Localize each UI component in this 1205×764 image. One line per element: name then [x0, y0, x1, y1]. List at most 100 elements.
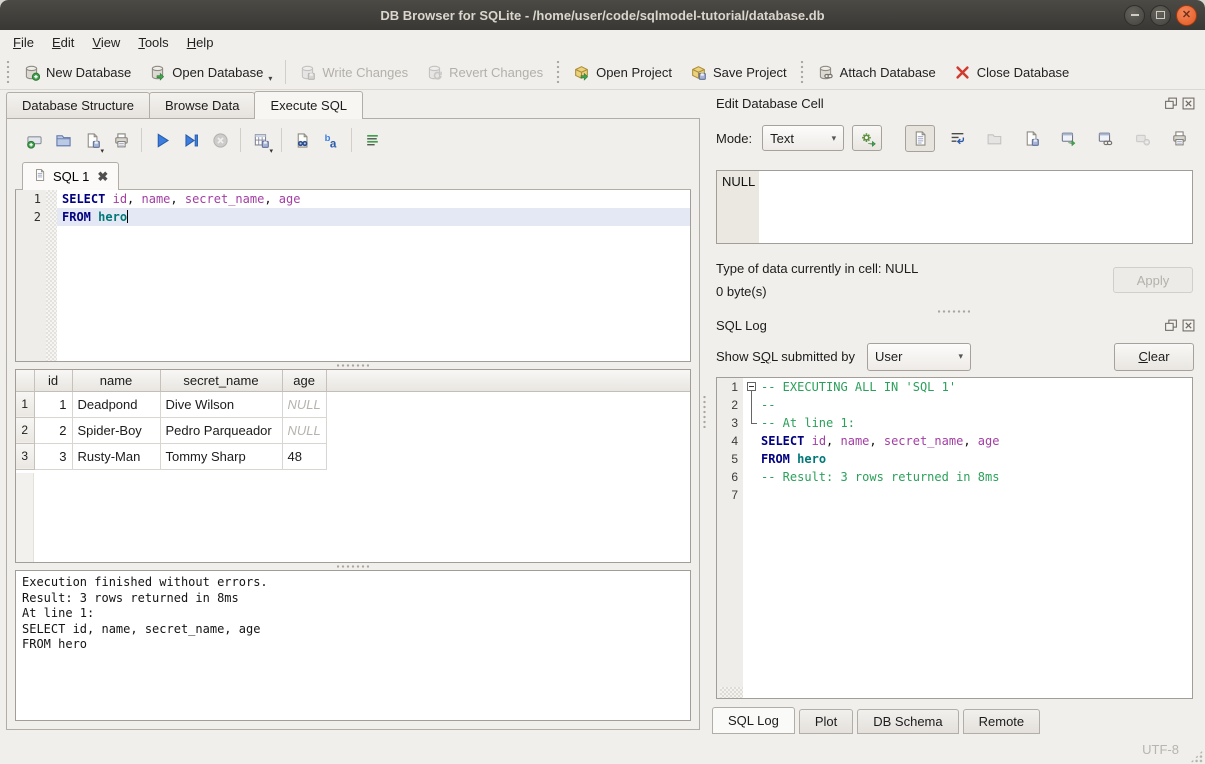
row-header[interactable]: 2 [16, 417, 34, 443]
tab-execute-sql[interactable]: Execute SQL [254, 91, 363, 119]
main-toolbar: New DatabaseOpen Database▾Write ChangesR… [0, 55, 1205, 90]
copy-link-button[interactable] [1090, 125, 1120, 152]
execute-all-button[interactable] [149, 127, 175, 153]
column-header-secret-name[interactable]: secret_name [160, 370, 282, 391]
table-cell[interactable]: Tommy Sharp [160, 443, 282, 469]
row-header[interactable]: 1 [16, 391, 34, 417]
tab-database-structure[interactable]: Database Structure [6, 92, 150, 118]
splitter-dots [938, 309, 970, 314]
export-data-button[interactable] [1016, 125, 1046, 152]
log-line: 3-- At line 1: [717, 414, 1192, 432]
new-database-button[interactable]: New Database [14, 58, 140, 86]
close-dock-icon[interactable] [1182, 97, 1195, 110]
titlebar[interactable]: DB Browser for SQLite - /home/user/code/… [0, 0, 1205, 30]
open-in-external-button[interactable] [1053, 125, 1083, 152]
column-header-name[interactable]: name [72, 370, 160, 391]
row-header[interactable]: 3 [16, 443, 34, 469]
execute-current-line-button[interactable] [178, 127, 204, 153]
tab-db-schema[interactable]: DB Schema [857, 709, 958, 734]
float-dock-icon[interactable] [1164, 97, 1178, 110]
maximize-button[interactable] [1150, 5, 1171, 26]
column-header-id[interactable]: id [34, 370, 72, 391]
tab-label: Execute SQL [270, 98, 347, 113]
table-cell[interactable]: Pedro Parqueador [160, 417, 282, 443]
fold-margin[interactable] [743, 378, 759, 396]
dock-splitter[interactable] [710, 307, 1197, 316]
sql-editor[interactable]: 1SELECT id, name, secret_name, age2FROM … [15, 190, 691, 362]
close-tab-icon[interactable]: ✖ [97, 169, 108, 185]
table-cell[interactable]: Spider-Boy [72, 417, 160, 443]
table-cell[interactable]: Deadpond [72, 391, 160, 417]
find-replace-button[interactable] [289, 127, 315, 153]
table-corner-cell[interactable] [16, 370, 34, 391]
toggle-indent-button[interactable] [359, 127, 385, 153]
save-sql-file-button[interactable]: ▾ [79, 127, 105, 153]
stop-execution-button [207, 127, 233, 153]
mode-label: Mode: [716, 131, 752, 146]
toolbar-grip[interactable] [555, 61, 561, 83]
close-button[interactable]: ✕ [1176, 5, 1197, 26]
table-cell[interactable]: NULL [282, 417, 326, 443]
table-cell[interactable]: 3 [34, 443, 72, 469]
float-dock-icon[interactable] [1164, 319, 1178, 332]
open-database-button[interactable]: Open Database▾ [140, 58, 281, 86]
fold-margin[interactable] [743, 414, 759, 432]
toolbar-grip[interactable] [799, 61, 805, 83]
print-sql-button[interactable] [108, 127, 134, 153]
open-project-button[interactable]: Open Project [564, 58, 681, 86]
dropdown-caret-icon[interactable]: ▾ [268, 74, 272, 86]
splitter-handle[interactable] [15, 362, 691, 369]
fold-collapse-icon[interactable] [747, 382, 756, 391]
tab-browse-data[interactable]: Browse Data [149, 92, 255, 118]
table-cell[interactable]: NULL [282, 391, 326, 417]
apply-button[interactable]: Apply [1113, 267, 1193, 293]
menu-help[interactable]: Help [178, 32, 223, 53]
table-cell[interactable]: 2 [34, 417, 72, 443]
editor-tab-sql1[interactable]: SQL 1 ✖ [22, 162, 119, 190]
menu-file[interactable]: File [4, 32, 43, 53]
minimize-button[interactable] [1124, 5, 1145, 26]
attach-database-button[interactable]: Attach Database [808, 58, 945, 86]
word-wrap-button[interactable] [942, 125, 972, 152]
table-cell[interactable]: Dive Wilson [160, 391, 282, 417]
mode-select[interactable]: Text ▾ [762, 125, 844, 151]
save-project-button[interactable]: Save Project [681, 58, 796, 86]
tab-plot[interactable]: Plot [799, 709, 853, 734]
close-dock-icon[interactable] [1182, 319, 1195, 332]
submitter-select[interactable]: User ▾ [867, 343, 971, 371]
resize-grip[interactable] [1190, 750, 1203, 763]
panel-splitter[interactable] [700, 90, 708, 734]
splitter-handle[interactable] [15, 563, 691, 570]
results-grid[interactable]: idnamesecret_nameage11DeadpondDive Wilso… [15, 369, 691, 563]
toolbar-separator [281, 128, 282, 152]
save-results-button[interactable]: ▾ [248, 127, 274, 153]
text-mode-button[interactable] [905, 125, 935, 152]
cell-editor[interactable]: NULL [716, 170, 1193, 244]
tab-remote[interactable]: Remote [963, 709, 1041, 734]
close-database-button[interactable]: Close Database [945, 58, 1079, 86]
fold-margin [743, 450, 759, 468]
new-sql-tab-button[interactable] [21, 127, 47, 153]
menu-edit[interactable]: Edit [43, 32, 83, 53]
table-cell[interactable]: 1 [34, 391, 72, 417]
splitter-dots [337, 564, 369, 569]
print-cell-button[interactable] [1164, 125, 1194, 152]
auto-switch-mode-button[interactable] [852, 125, 882, 151]
auto-format-button[interactable]: ba [318, 127, 344, 153]
sql-log-dock-header: SQL Log [716, 316, 1197, 334]
table-cell[interactable]: 48 [282, 443, 326, 469]
fold-margin[interactable] [743, 396, 759, 414]
table-cell[interactable]: Rusty-Man [72, 443, 160, 469]
clear-log-button[interactable]: Clear [1114, 343, 1194, 371]
menu-tools[interactable]: Tools [129, 32, 177, 53]
tab-sql-log[interactable]: SQL Log [712, 707, 795, 734]
line-number: 2 [16, 208, 46, 226]
column-header-age[interactable]: age [282, 370, 326, 391]
dropdown-caret-icon[interactable]: ▾ [269, 147, 273, 155]
sql-log-view[interactable]: 1-- EXECUTING ALL IN 'SQL 1'2--3-- At li… [716, 377, 1193, 699]
results-table[interactable]: idnamesecret_nameage11DeadpondDive Wilso… [16, 370, 327, 470]
menu-view[interactable]: View [83, 32, 129, 53]
dropdown-caret-icon[interactable]: ▾ [100, 147, 104, 155]
toolbar-grip[interactable] [5, 61, 11, 83]
open-sql-file-button[interactable] [50, 127, 76, 153]
